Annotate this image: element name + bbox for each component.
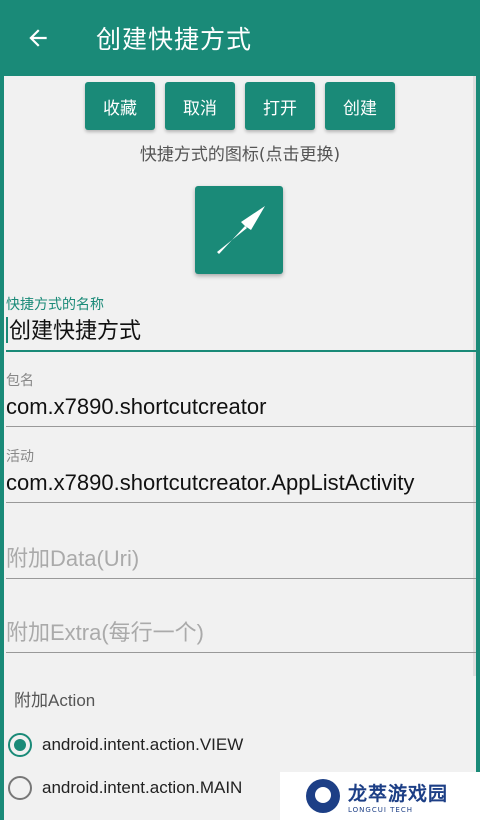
favorite-button[interactable]: 收藏: [85, 82, 155, 130]
form-card: 收藏 取消 打开 创建 快捷方式的图标(点击更换) 快捷方式的名称 创建快捷方式…: [4, 76, 476, 820]
action-section-label: 附加Action: [14, 691, 96, 710]
package-field-label: 包名: [6, 373, 34, 389]
text-cursor: [6, 317, 8, 344]
name-field-label: 快捷方式的名称: [6, 297, 104, 313]
extra-placeholder[interactable]: 附加Extra(每行一个): [6, 616, 476, 650]
create-button[interactable]: 创建: [325, 82, 395, 130]
arrow-up-right-icon: [217, 206, 265, 254]
radio-label: android.intent.action.VIEW: [42, 735, 244, 754]
extra-field[interactable]: 附加Extra(每行一个): [6, 596, 476, 653]
cancel-button[interactable]: 取消: [165, 82, 235, 130]
activity-field[interactable]: 活动 com.x7890.shortcutcreator.AppListActi…: [6, 446, 476, 503]
name-field-value[interactable]: 创建快捷方式: [9, 318, 141, 343]
radio-action-view[interactable]: android.intent.action.VIEW: [8, 728, 243, 762]
watermark-title: 龙萃游戏园: [348, 782, 449, 805]
icon-caption: 快捷方式的图标(点击更换): [139, 145, 341, 165]
page-title: 创建快捷方式: [96, 25, 253, 54]
name-field-underline: [6, 350, 476, 352]
watermark-logo-icon: [306, 779, 340, 813]
data-uri-field[interactable]: 附加Data(Uri): [6, 522, 476, 579]
watermark: 龙萃游戏园 LONGCUI TECH: [280, 772, 480, 820]
radio-action-main[interactable]: android.intent.action.MAIN: [8, 771, 242, 805]
shortcut-icon-picker[interactable]: [195, 186, 283, 274]
action-button-row: 收藏 取消 打开 创建: [4, 82, 476, 130]
back-button[interactable]: [18, 18, 58, 58]
data-uri-placeholder[interactable]: 附加Data(Uri): [6, 542, 476, 576]
extra-underline: [6, 652, 476, 653]
package-field-underline: [6, 426, 476, 427]
app-bar: 创建快捷方式: [0, 0, 480, 76]
data-uri-underline: [6, 578, 476, 579]
arrow-left-icon: [29, 29, 47, 47]
radio-label: android.intent.action.MAIN: [42, 778, 243, 797]
radio-button-checked[interactable]: [8, 733, 32, 757]
radio-button-unchecked[interactable]: [8, 776, 32, 800]
activity-field-label: 活动: [6, 449, 34, 465]
package-field-value[interactable]: com.x7890.shortcutcreator: [6, 390, 476, 424]
open-button[interactable]: 打开: [245, 82, 315, 130]
activity-field-value[interactable]: com.x7890.shortcutcreator.AppListActivit…: [6, 466, 476, 500]
activity-field-underline: [6, 502, 476, 503]
package-field[interactable]: 包名 com.x7890.shortcutcreator: [6, 370, 476, 427]
name-field[interactable]: 快捷方式的名称 创建快捷方式: [6, 294, 476, 352]
watermark-subtitle: LONGCUI TECH: [348, 805, 413, 814]
